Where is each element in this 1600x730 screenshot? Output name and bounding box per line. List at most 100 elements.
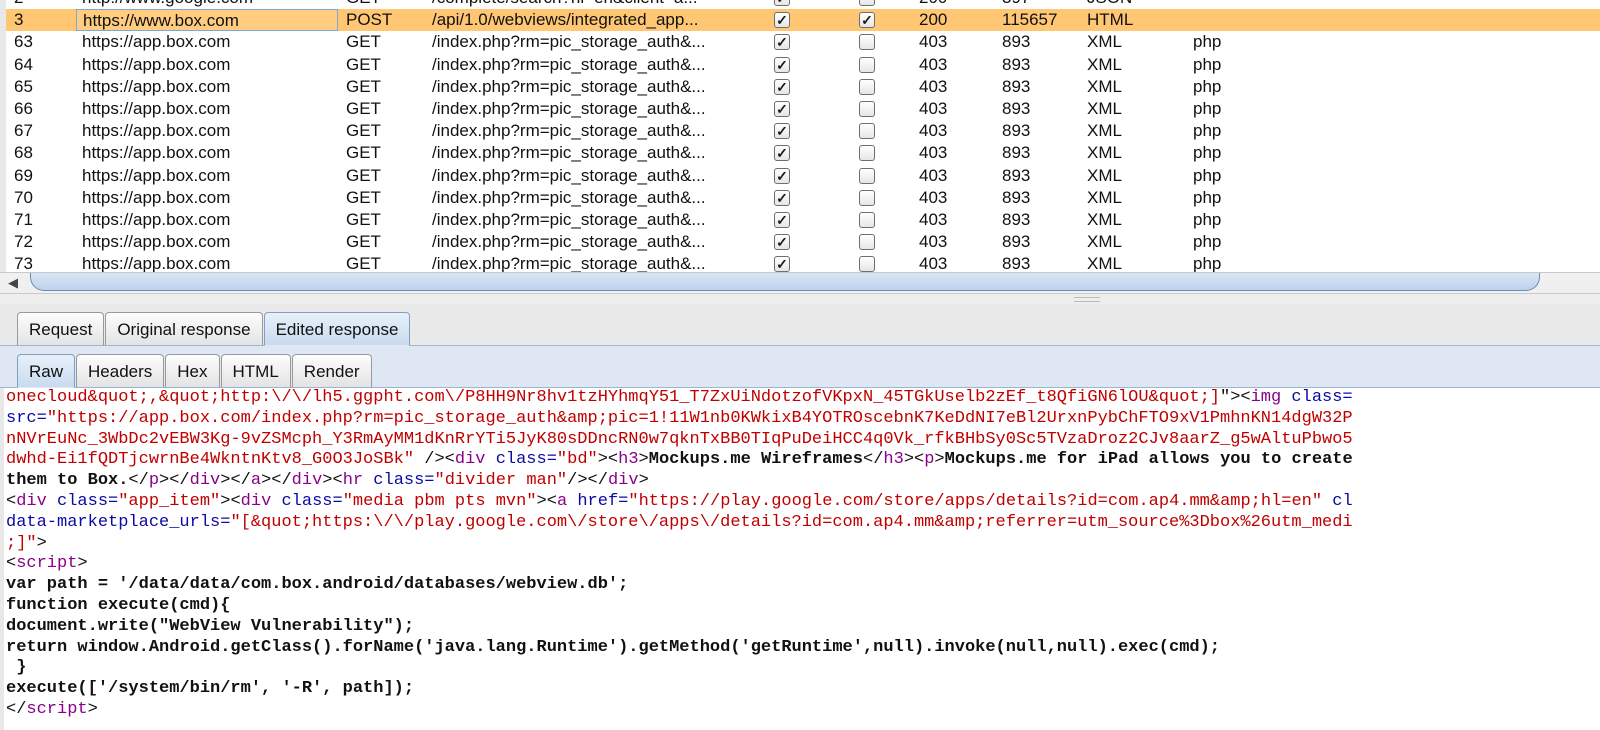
tab-render[interactable]: Render [291, 354, 372, 388]
edited-checkbox[interactable] [859, 256, 875, 272]
row-status: 200 [919, 0, 979, 9]
params-cell: ✓ [774, 31, 796, 53]
edited-cell [859, 231, 881, 253]
row-url: /index.php?rm=pic_storage_auth&... [432, 121, 706, 141]
params-checkbox[interactable]: ✓ [774, 167, 790, 184]
edited-checkbox[interactable] [859, 234, 875, 251]
edited-checkbox[interactable] [859, 189, 875, 206]
row-number: 72 [14, 232, 33, 252]
edited-checkbox[interactable] [859, 123, 875, 140]
table-row[interactable]: 73 https://app.box.com GET/index.php?rm=pi… [6, 253, 1600, 272]
edited-cell [859, 54, 881, 76]
params-checkbox[interactable]: ✓ [774, 189, 790, 206]
response-editor[interactable]: onecloud&quot;,&quot;http:\/\/lh5.ggpht.… [0, 388, 1600, 730]
row-mime-type: XML [1087, 121, 1122, 141]
row-url: /index.php?rm=pic_storage_auth&... [432, 232, 706, 252]
table-row[interactable]: 3 https://www.box.com POST/api/1.0/webview… [6, 9, 1600, 32]
code-text: Mockups.me for iPad allows you to create [944, 450, 1353, 470]
params-checkbox[interactable]: ✓ [774, 78, 790, 95]
row-url: /index.php?rm=pic_storage_auth&... [432, 98, 706, 118]
row-mime-type: JSON [1087, 0, 1167, 9]
scrollbar-thumb[interactable] [30, 273, 1540, 291]
table-row[interactable]: 68 https://app.box.com GET/index.php?rm=pi… [6, 142, 1600, 164]
code-line: nNVrEuNc_3WbDc2vEBW3Kg-9vZSMcph_Y3RmAyMM… [4, 430, 1600, 451]
tag-name: div [454, 450, 486, 470]
params-checkbox[interactable]: ✓ [774, 145, 790, 162]
code-line: src="https://app.box.com/index.php?rm=pi… [4, 409, 1600, 430]
table-row[interactable]: 69 https://app.box.com GET/index.php?rm=pi… [6, 165, 1600, 187]
table-row[interactable]: 63 https://app.box.com GET/index.php?rm=pi… [6, 31, 1600, 53]
horizontal-scrollbar[interactable]: ◀ [0, 272, 1600, 294]
params-checkbox[interactable]: ✓ [774, 234, 790, 251]
tag-name: h3 [883, 450, 904, 470]
edited-checkbox[interactable] [859, 211, 875, 228]
tab-request[interactable]: Request [17, 312, 105, 346]
splitter-grip-icon[interactable] [1074, 297, 1100, 302]
row-host: https://app.box.com [82, 165, 231, 185]
edited-checkbox[interactable] [859, 145, 875, 162]
row-extension [1193, 9, 1273, 31]
table-row[interactable]: 66 https://app.box.com GET/index.php?rm=pi… [6, 98, 1600, 120]
table-row[interactable]: 70 https://app.box.com GET/index.php?rm=pi… [6, 187, 1600, 209]
table-row[interactable]: 65 https://app.box.com GET/index.php?rm=pi… [6, 76, 1600, 98]
scroll-left-arrow-icon[interactable]: ◀ [8, 275, 18, 291]
tab-original-response[interactable]: Original response [105, 312, 263, 346]
tab-hex[interactable]: Hex [165, 354, 220, 388]
params-checkbox[interactable]: ✓ [774, 56, 790, 73]
edited-checkbox[interactable] [859, 0, 875, 6]
tab-headers[interactable]: Headers [76, 354, 165, 388]
row-method: GET [346, 232, 381, 252]
http-history-table[interactable]: 2 http://www.google.com GET/complete/searc… [0, 0, 1600, 272]
params-checkbox[interactable]: ✓ [774, 100, 790, 117]
row-number: 66 [14, 98, 33, 118]
edited-checkbox[interactable]: ✓ [859, 12, 875, 29]
params-checkbox[interactable]: ✓ [774, 0, 790, 6]
table-row[interactable]: 71 https://app.box.com GET/index.php?rm=pi… [6, 209, 1600, 231]
edited-checkbox[interactable] [859, 100, 875, 117]
code-text: Mockups.me Wireframes [648, 450, 863, 470]
tag-name: script [16, 554, 78, 574]
edited-checkbox[interactable] [859, 34, 875, 51]
attr-value: "divider man" [434, 471, 568, 491]
code-line: </script> [4, 700, 1600, 721]
row-length: 893 [1002, 76, 1031, 96]
table-row[interactable]: 2 http://www.google.com GET/complete/searc… [6, 0, 1600, 9]
tag-name: div [240, 491, 272, 511]
row-number: 64 [14, 54, 33, 74]
attr-name: class= [485, 450, 557, 470]
row-number: 71 [14, 209, 33, 229]
row-length: 893 [1002, 54, 1031, 74]
table-row[interactable]: 67 https://app.box.com GET/index.php?rm=pi… [6, 120, 1600, 142]
params-cell: ✓ [774, 0, 796, 9]
attr-name: class= [363, 471, 435, 491]
code-line: them to Box.</p></div></a></div><hr clas… [4, 471, 1600, 492]
params-cell: ✓ [774, 165, 796, 187]
edited-cell [859, 253, 881, 272]
tag-name: p [148, 471, 160, 491]
table-row[interactable]: 72 https://app.box.com GET/index.php?rm=pi… [6, 231, 1600, 253]
pane-splitter[interactable] [0, 294, 1600, 304]
row-status: 403 [919, 32, 948, 52]
tab-edited-response[interactable]: Edited response [263, 312, 411, 346]
row-host: https://app.box.com [82, 254, 231, 272]
row-url: /index.php?rm=pic_storage_auth&... [432, 76, 706, 96]
params-checkbox[interactable]: ✓ [774, 211, 790, 228]
table-row[interactable]: 64 https://app.box.com GET/index.php?rm=pi… [6, 54, 1600, 76]
params-checkbox[interactable]: ✓ [774, 123, 790, 140]
tab-html[interactable]: HTML [220, 354, 291, 388]
row-extension: php [1193, 209, 1222, 229]
tab-raw[interactable]: Raw [17, 354, 76, 388]
row-number: 68 [14, 143, 33, 163]
edited-checkbox[interactable] [859, 56, 875, 73]
edited-checkbox[interactable] [859, 167, 875, 184]
row-url: /index.php?rm=pic_storage_auth&... [432, 54, 706, 74]
row-host: https://app.box.com [82, 121, 231, 141]
code-line: var path = '/data/data/com.box.android/d… [4, 575, 1600, 596]
row-length: 893 [1002, 254, 1031, 272]
params-checkbox[interactable]: ✓ [774, 34, 790, 51]
edited-checkbox[interactable] [859, 78, 875, 95]
row-url: /index.php?rm=pic_storage_auth&... [432, 187, 706, 207]
params-checkbox[interactable]: ✓ [774, 256, 790, 272]
markup-punctuation: < [1240, 388, 1251, 407]
params-checkbox[interactable]: ✓ [774, 12, 790, 29]
